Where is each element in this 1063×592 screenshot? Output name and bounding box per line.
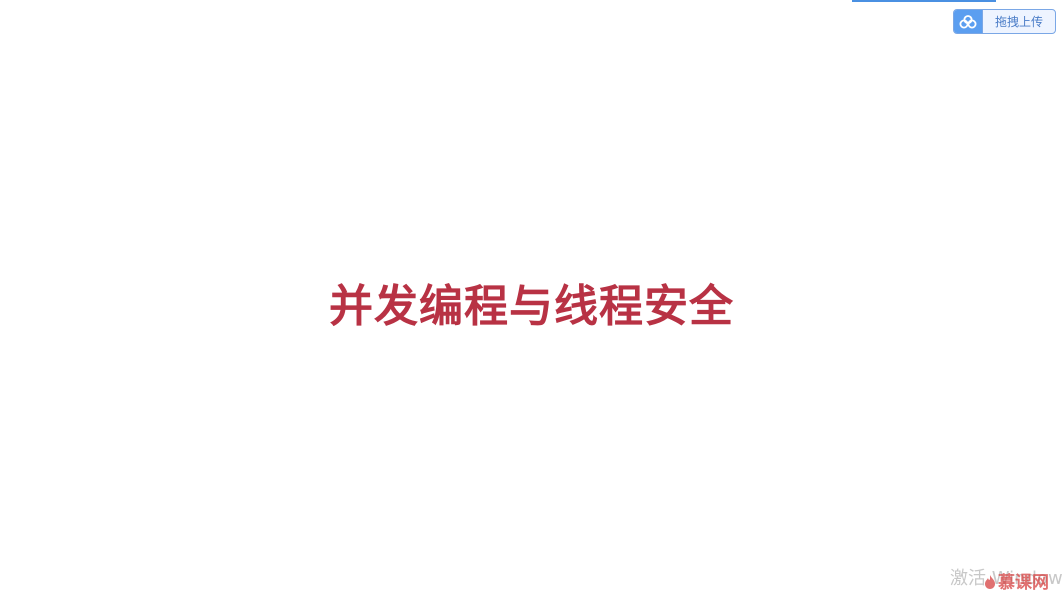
flame-icon [984,574,996,589]
upload-label: 拖拽上传 [994,15,1043,29]
brand-watermark: 慕课网 [984,568,1049,590]
slide-title: 并发编程与线程安全 [329,281,734,332]
top-progress-bar [852,0,996,2]
cloud-icon [954,10,983,33]
brand-name: 慕课网 [998,573,1049,590]
drag-upload-button[interactable]: 拖拽上传 [953,9,1056,34]
watermark: 激活 Windows 慕课网 [950,564,1063,590]
